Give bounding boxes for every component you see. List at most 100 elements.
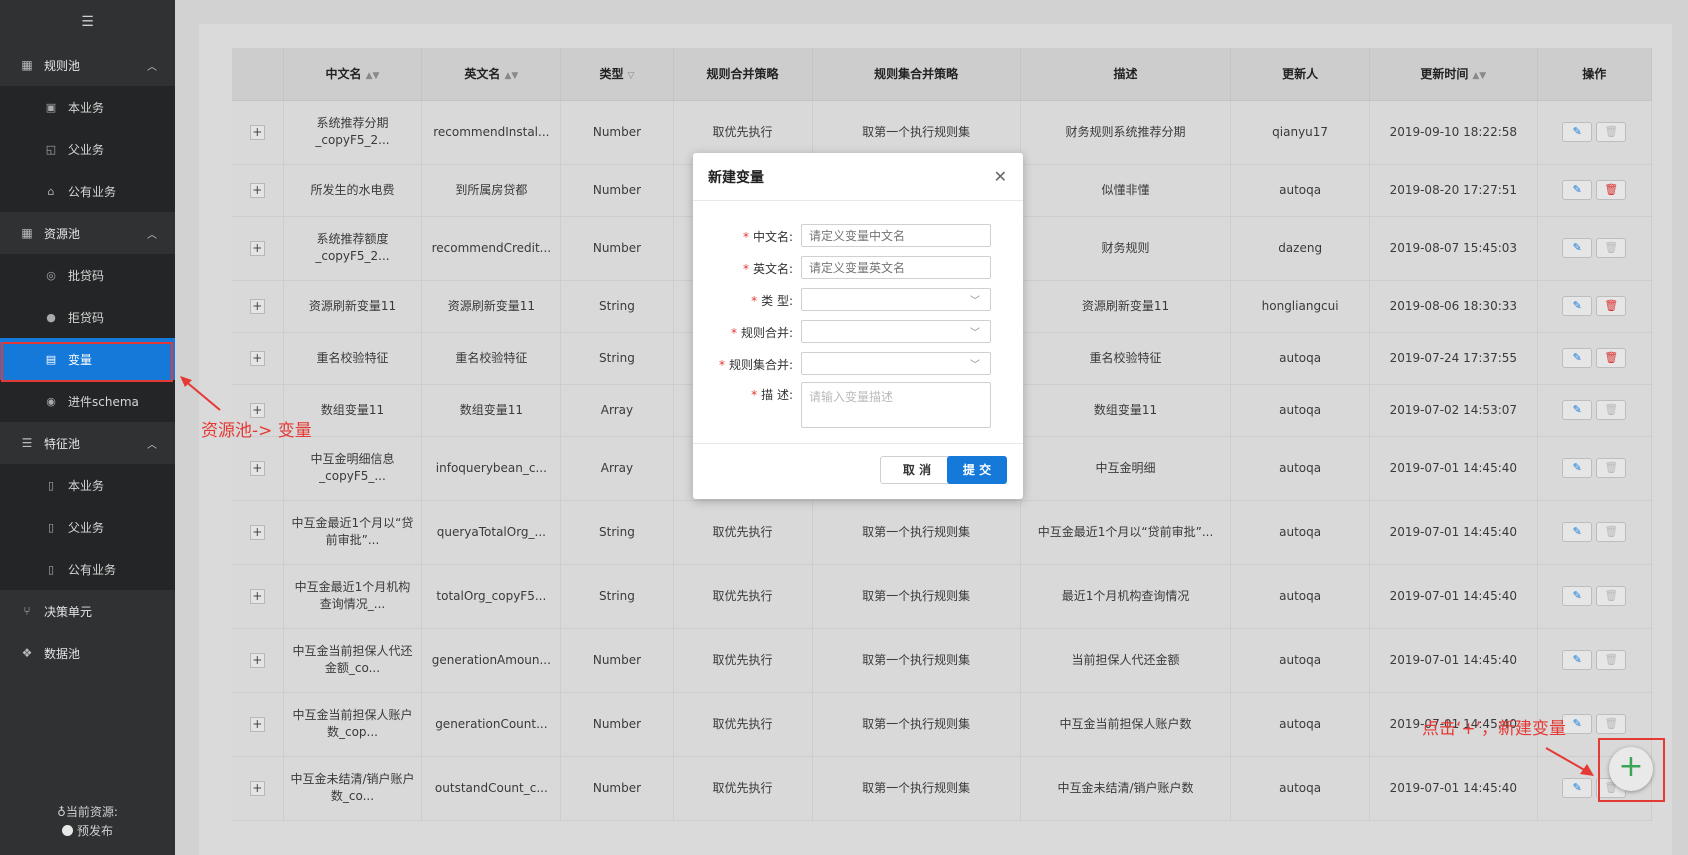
- ruleset-merge-select[interactable]: ﹀: [801, 352, 991, 375]
- sort-icon[interactable]: ▲▼: [1472, 71, 1486, 81]
- actions-cell: ✎ 🗑: [1537, 164, 1653, 217]
- edit-icon[interactable]: ✎: [1562, 238, 1593, 258]
- current-resource-label: 当前资源:: [65, 805, 118, 819]
- nav-group-resource-pool[interactable]: ▦ 资源池 ︿: [0, 212, 175, 254]
- sidebar-item-label: 父业务: [68, 520, 105, 535]
- cancel-button[interactable]: 取 消: [880, 456, 954, 484]
- sidebar-item-label: 变量: [68, 352, 93, 367]
- type-select[interactable]: ﹀: [801, 288, 991, 311]
- expand-row-button[interactable]: +: [249, 780, 265, 796]
- table-header-row: 中文名 ▲▼ 英文名 ▲▼ 类型 ▽ 规则合并策略 规则集合并策略 描述 更新人 更新…: [232, 48, 1653, 101]
- delete-icon[interactable]: 🗑: [1596, 180, 1627, 200]
- type-cell: String: [560, 280, 674, 333]
- edit-icon[interactable]: ✎: [1562, 400, 1593, 420]
- updater-cell: autoqa: [1230, 384, 1371, 437]
- delete-icon[interactable]: 🗑: [1596, 650, 1627, 670]
- update-time-cell: 2019-09-10 18:22:58: [1369, 100, 1538, 165]
- delete-icon[interactable]: 🗑: [1596, 586, 1627, 606]
- delete-icon[interactable]: 🗑: [1596, 522, 1627, 542]
- modal-title: 新建变量: [708, 169, 764, 186]
- edit-icon[interactable]: ✎: [1562, 296, 1593, 316]
- update-time-cell: 2019-07-01 14:45:40: [1369, 628, 1538, 693]
- delete-icon[interactable]: 🗑: [1596, 238, 1627, 258]
- delete-icon[interactable]: 🗑: [1596, 296, 1627, 316]
- submit-button[interactable]: 提 交: [947, 456, 1007, 484]
- header-update-time[interactable]: 更新时间 ▲▼: [1369, 48, 1538, 101]
- edit-icon[interactable]: ✎: [1562, 458, 1593, 478]
- desc-cell: 财务规则系统推荐分期: [1020, 100, 1232, 165]
- filter-icon[interactable]: ▽: [628, 71, 635, 81]
- sidebar-item-schema[interactable]: ◉ 进件schema: [0, 380, 175, 422]
- update-time-cell: 2019-07-01 14:45:40: [1369, 564, 1538, 629]
- rule-merge-select[interactable]: ﹀: [801, 320, 991, 343]
- edit-icon[interactable]: ✎: [1562, 180, 1593, 200]
- sidebar-item-rule-parent-business[interactable]: ◱ 父业务: [0, 128, 175, 170]
- sidebar-item-variable[interactable]: ▤ 变量: [0, 338, 175, 380]
- expand-row-button[interactable]: +: [249, 182, 265, 198]
- add-variable-fab[interactable]: +: [1609, 747, 1653, 791]
- desc-cell: 中互金未结清/销户账户数: [1020, 756, 1232, 821]
- expand-row-button[interactable]: +: [249, 124, 265, 140]
- desc-textarea[interactable]: 请输入变量描述: [801, 382, 991, 428]
- type-cell: Number: [560, 100, 674, 165]
- edit-icon[interactable]: ✎: [1562, 714, 1593, 734]
- nav-group-decision-unit[interactable]: ⑂ 决策单元: [0, 590, 175, 632]
- ruleset-merge-cell: 取第一个执行规则集: [812, 564, 1021, 629]
- nav-group-data-pool[interactable]: ❖ 数据池: [0, 632, 175, 674]
- nav-group-feature-pool[interactable]: ☰ 特征池 ︿: [0, 422, 175, 464]
- sort-icon[interactable]: ▲▼: [504, 71, 518, 81]
- edit-icon[interactable]: ✎: [1562, 122, 1593, 142]
- sidebar-item-feature-public-business[interactable]: ▯ 公有业务: [0, 548, 175, 590]
- edit-icon[interactable]: ✎: [1562, 650, 1593, 670]
- delete-icon[interactable]: 🗑: [1596, 348, 1627, 368]
- delete-icon[interactable]: 🗑: [1596, 400, 1627, 420]
- header-cn-name[interactable]: 中文名 ▲▼: [283, 48, 423, 101]
- delete-icon[interactable]: 🗑: [1596, 122, 1627, 142]
- expand-row-button[interactable]: +: [249, 298, 265, 314]
- actions-cell: ✎ 🗑: [1537, 628, 1653, 693]
- sidebar-item-reject-code[interactable]: ● 拒贷码: [0, 296, 175, 338]
- expand-row-button[interactable]: +: [249, 460, 265, 476]
- expand-row-button[interactable]: +: [249, 716, 265, 732]
- en-name-cell: 重名校验特征: [421, 332, 562, 385]
- desc-cell: 中互金当前担保人账户数: [1020, 692, 1232, 757]
- edit-icon[interactable]: ✎: [1562, 348, 1593, 368]
- sidebar-item-label: 父业务: [68, 142, 105, 157]
- edit-icon[interactable]: ✎: [1562, 586, 1593, 606]
- expand-row-button[interactable]: +: [249, 588, 265, 604]
- current-resource-toggle[interactable]: 预发布: [0, 822, 175, 841]
- header-en-name[interactable]: 英文名 ▲▼: [421, 48, 562, 101]
- sidebar-item-approval-code[interactable]: ◎ 批贷码: [0, 254, 175, 296]
- form-row-rule-merge: * 规则合并: ﹀: [693, 320, 1023, 344]
- type-cell: String: [560, 564, 674, 629]
- header-updater: 更新人: [1230, 48, 1371, 101]
- cn-name-cell: 系统推荐分期_copyF5_2...: [283, 100, 423, 165]
- chevron-up-icon: ︿: [147, 439, 157, 451]
- desc-cell: 资源刷新变量11: [1020, 280, 1232, 333]
- edit-icon[interactable]: ✎: [1562, 522, 1593, 542]
- sidebar-item-rule-public-business[interactable]: ⌂ 公有业务: [0, 170, 175, 212]
- sidebar-item-rule-own-business[interactable]: ▣ 本业务: [0, 86, 175, 128]
- header-type[interactable]: 类型 ▽: [560, 48, 674, 101]
- sidebar-item-feature-own-business[interactable]: ▯ 本业务: [0, 464, 175, 506]
- nav-group-rule-pool[interactable]: ▦ 规则池 ︿: [0, 44, 175, 86]
- expand-row-button[interactable]: +: [249, 524, 265, 540]
- expand-row-button[interactable]: +: [249, 350, 265, 366]
- form-row-en-name: * 英文名:: [693, 256, 1023, 280]
- delete-icon[interactable]: 🗑: [1596, 458, 1627, 478]
- nav-group-label: 资源池: [44, 226, 81, 241]
- menu-collapse-icon[interactable]: ☰: [0, 0, 175, 44]
- close-icon[interactable]: ✕: [994, 167, 1007, 186]
- type-cell: Array: [560, 436, 674, 501]
- sidebar: ☰ ▦ 规则池 ︿ ▣ 本业务 ◱ 父业务 ⌂ 公有业务 ▦ 资源池 ︿ ◎ 批贷码 ●…: [0, 0, 175, 855]
- sort-icon[interactable]: ▲▼: [366, 71, 380, 81]
- delete-icon[interactable]: 🗑: [1596, 714, 1627, 734]
- expand-row-button[interactable]: +: [249, 240, 265, 256]
- picture-icon: ◱: [45, 142, 57, 156]
- expand-row-button[interactable]: +: [249, 652, 265, 668]
- cn-name-input[interactable]: [801, 224, 991, 247]
- en-name-input[interactable]: [801, 256, 991, 279]
- form-row-ruleset-merge: * 规则集合并: ﹀: [693, 352, 1023, 376]
- sidebar-item-feature-parent-business[interactable]: ▯ 父业务: [0, 506, 175, 548]
- nav-group-label: 特征池: [44, 436, 81, 451]
